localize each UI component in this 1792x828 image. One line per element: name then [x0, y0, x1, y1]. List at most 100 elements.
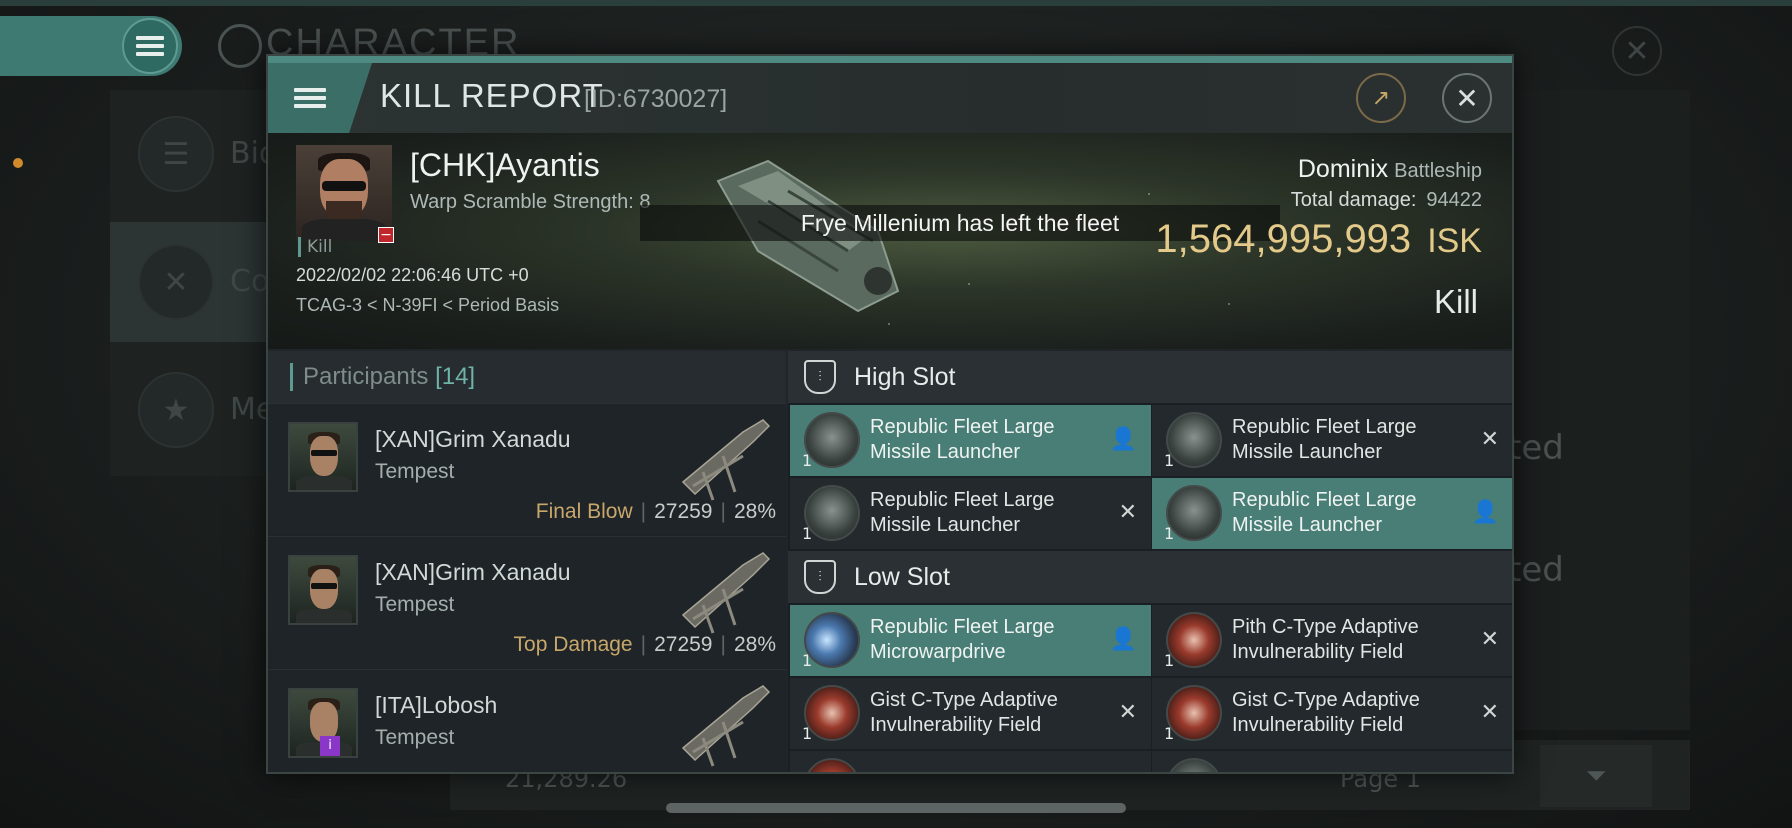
missile-launcher-icon	[1166, 485, 1222, 541]
kill-id[interactable]: [ID:6730027]	[584, 85, 727, 114]
participant-portrait[interactable]	[288, 555, 358, 625]
module-item[interactable]: 1 Republic Fleet Large Microwarpdrive 👤	[790, 605, 1151, 676]
participant-ship: Tempest	[375, 460, 455, 483]
kill-tag: Kill	[298, 237, 332, 257]
side-item-label: Co	[230, 264, 270, 299]
warp-scramble-strength: Warp Scramble Strength: 8	[410, 191, 651, 213]
participants-count: [14]	[435, 363, 476, 390]
module-item[interactable]: 1 Pith C-Type Adaptive Invulnerability F…	[1152, 605, 1512, 676]
modal-header: KILL REPORT [ID:6730027] ↗ ✕	[268, 63, 1512, 133]
low-slot-icon: ⫶	[804, 560, 836, 594]
participants-header: Participants [14]	[268, 351, 786, 403]
info-badge-icon: i	[320, 736, 340, 756]
participant-percent: 28%	[733, 500, 776, 523]
module-item[interactable]: 1 Republic Fleet Large Missile Launcher …	[1152, 478, 1512, 549]
module-item-partial[interactable]	[790, 751, 1151, 772]
module-name: Republic Fleet Large Missile Launcher	[870, 416, 1055, 463]
person-icon: 👤	[1471, 500, 1499, 525]
participants-label: Participants	[303, 363, 429, 390]
module-quantity: 1	[1164, 724, 1175, 743]
module-item[interactable]: 1 Gist C-Type Adaptive Invulnerability F…	[790, 678, 1151, 749]
filter-icon[interactable]: ⏷	[1540, 745, 1652, 807]
module-quantity: 1	[1164, 651, 1175, 670]
module-item[interactable]: 1 Republic Fleet Large Missile Launcher …	[790, 478, 1151, 549]
module-item[interactable]: 1 Republic Fleet Large Missile Launcher …	[790, 405, 1151, 476]
kill-location[interactable]: TCAG-3 < N-39FI < Period Basis	[296, 295, 559, 316]
module-item[interactable]: 1 Gist C-Type Adaptive Invulnerability F…	[1152, 678, 1512, 749]
destroyed-x-icon: ✕	[1118, 500, 1137, 525]
weapon-icon	[681, 419, 771, 501]
participant-row[interactable]: [XAN]Grim Xanadu Tempest Top Damage | 2725…	[268, 536, 786, 668]
total-damage-value: 94422	[1426, 189, 1482, 211]
background-close-icon[interactable]: ✕	[1612, 26, 1662, 76]
main-menu-button[interactable]	[0, 16, 182, 76]
standing-badge: −	[378, 227, 394, 243]
isk-unit: ISK	[1427, 222, 1482, 260]
invulnerability-field-icon	[1166, 612, 1222, 668]
close-icon[interactable]: ✕	[1442, 73, 1492, 123]
swords-icon: ✕	[138, 244, 214, 320]
high-slot-icon: ⫶	[804, 360, 836, 394]
participant-tag: Top Damage	[513, 633, 633, 656]
top-accent-line	[0, 0, 1792, 6]
invulnerability-field-icon	[804, 685, 860, 741]
participant-ship: Tempest	[375, 726, 455, 749]
total-damage-label: Total damage:	[1290, 189, 1417, 211]
background-right-panel	[1500, 90, 1690, 730]
modal-menu-button[interactable]	[268, 63, 372, 133]
background-right-text: ted	[1508, 428, 1564, 468]
module-item-partial[interactable]	[1152, 751, 1512, 772]
microwarpdrive-icon	[804, 612, 860, 668]
list-icon: ☰	[138, 116, 214, 192]
module-item[interactable]: 1 Republic Fleet Large Missile Launcher …	[1152, 405, 1512, 476]
participant-percent: 28%	[733, 633, 776, 656]
module-quantity: 1	[1164, 451, 1175, 470]
module-quantity: 1	[802, 524, 813, 543]
participant-name: [XAN]Grim Xanadu	[375, 559, 571, 585]
participant-name: [ITA]Lobosh	[375, 692, 498, 718]
missile-launcher-icon	[804, 412, 860, 468]
module-name: Republic Fleet Large Missile Launcher	[1232, 489, 1417, 536]
side-item-medals[interactable]: ★ Me	[110, 350, 280, 470]
side-item-combat[interactable]: ✕ Co	[110, 222, 280, 342]
module-name: Gist C-Type Adaptive Invulnerability Fie…	[1232, 689, 1420, 736]
participant-portrait[interactable]	[288, 422, 358, 492]
weapon-icon	[681, 552, 771, 634]
home-indicator[interactable]	[666, 803, 1126, 813]
invulnerability-field-icon	[1166, 685, 1222, 741]
low-slot-label: Low Slot	[854, 563, 950, 591]
side-item-bio[interactable]: ☰ Bio	[110, 94, 280, 214]
menu-icon	[294, 84, 326, 112]
kill-report-modal: KILL REPORT [ID:6730027] ↗ ✕ − [CHK]Ayan…	[266, 54, 1514, 774]
fitting-panel: ⫶ High Slot 1 Republic Fleet Large Missi…	[788, 351, 1512, 772]
module-quantity: 1	[1164, 524, 1175, 543]
module-quantity: 1	[802, 724, 813, 743]
isk-value: 1,564,995,993 ISK	[1155, 217, 1482, 262]
victim-name[interactable]: [CHK]Ayantis	[410, 147, 600, 184]
participants-title: Participants [14]	[290, 363, 475, 391]
ship-class: Battleship	[1394, 160, 1482, 182]
star-icon: ★	[138, 372, 214, 448]
share-icon[interactable]: ↗	[1356, 73, 1406, 123]
victim-banner: − [CHK]Ayantis Warp Scramble Strength: 8…	[268, 133, 1512, 349]
destroyed-x-icon: ✕	[1480, 700, 1499, 725]
module-name: Gist C-Type Adaptive Invulnerability Fie…	[870, 689, 1058, 736]
ship-name-text: Dominix	[1297, 155, 1389, 183]
destroyed-x-icon: ✕	[1480, 627, 1499, 652]
participant-stats: Top Damage | 27259 | 28%	[513, 633, 776, 656]
person-icon: 👤	[1109, 627, 1137, 652]
notification-dot	[13, 158, 23, 168]
participant-ship: Tempest	[375, 593, 455, 616]
ship-name[interactable]: Dominix Battleship	[1298, 155, 1482, 184]
weapon-icon	[681, 685, 771, 767]
participant-damage: 27259	[654, 633, 713, 656]
participant-row[interactable]: i [ITA]Lobosh Tempest	[268, 669, 786, 772]
menu-icon	[122, 18, 178, 74]
destroyed-x-icon: ✕	[1480, 427, 1499, 452]
participant-row[interactable]: [XAN]Grim Xanadu Tempest Final Blow | 2725…	[268, 403, 786, 535]
person-icon: 👤	[1109, 427, 1137, 452]
participant-damage: 27259	[654, 500, 713, 523]
module-icon	[1166, 758, 1222, 772]
missile-launcher-icon	[1166, 412, 1222, 468]
high-slot-header: ⫶ High Slot	[788, 351, 1512, 403]
